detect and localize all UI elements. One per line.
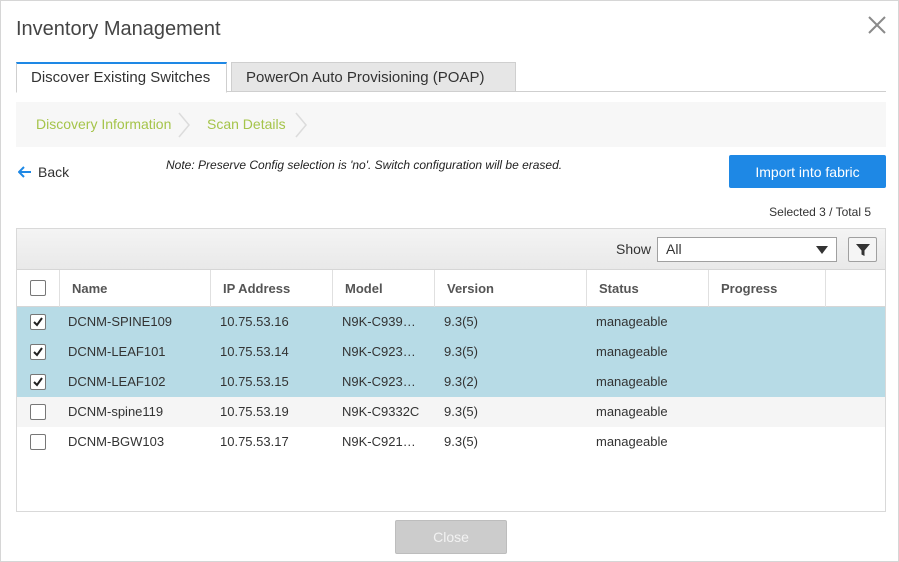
cell-ip-address: 10.75.53.15 <box>220 374 289 389</box>
inventory-management-dialog: Inventory Management Discover Existing S… <box>0 0 899 562</box>
chevron-right-icon <box>178 112 190 138</box>
table-toolbar: Show All <box>17 229 885 270</box>
cell-model: N9K-C921… <box>342 434 416 449</box>
cell-progress <box>718 367 828 397</box>
cell-progress <box>718 397 828 427</box>
select-all-cell <box>17 270 60 307</box>
show-select-value: All <box>666 241 682 257</box>
back-label: Back <box>38 164 70 180</box>
cell-progress <box>718 337 828 367</box>
table-row[interactable]: DCNM-BGW103 10.75.53.17 N9K-C921… 9.3(5) man… <box>17 427 885 457</box>
cell-ip-address: 10.75.53.16 <box>220 314 289 329</box>
table-row[interactable]: DCNM-LEAF101 10.75.53.14 N9K-C923… 9.3(5) ma… <box>17 337 885 367</box>
step-scan-details[interactable]: Scan Details <box>207 102 286 147</box>
cell-status: manageable <box>596 374 668 389</box>
checkmark-icon <box>33 317 43 327</box>
cell-version: 9.3(5) <box>444 404 478 419</box>
tab-bar: Discover Existing Switches PowerOn Auto … <box>16 62 886 93</box>
column-header-ip-address[interactable]: IP Address <box>211 270 333 307</box>
column-header-model[interactable]: Model <box>333 270 435 307</box>
column-header-status[interactable]: Status <box>587 270 709 307</box>
table-row[interactable]: DCNM-LEAF102 10.75.53.15 N9K-C923… 9.3(2) ma… <box>17 367 885 397</box>
column-header-progress[interactable]: Progress <box>709 270 826 307</box>
cell-ip-address: 10.75.53.17 <box>220 434 289 449</box>
cell-status: manageable <box>596 434 668 449</box>
chevron-right-icon <box>295 112 307 138</box>
checkmark-icon <box>33 347 43 357</box>
cell-name: DCNM-spine119 <box>68 404 164 419</box>
tab-discover-existing-switches[interactable]: Discover Existing Switches <box>16 62 227 93</box>
cell-model: N9K-C939… <box>342 314 416 329</box>
cell-model: N9K-C9332C <box>342 404 420 419</box>
chevron-down-icon <box>816 246 828 254</box>
column-header-version[interactable]: Version <box>435 270 587 307</box>
cell-version: 9.3(5) <box>444 344 478 359</box>
row-checkbox[interactable] <box>30 374 46 390</box>
cell-status: manageable <box>596 344 668 359</box>
wizard-steps: Discovery Information Scan Details <box>16 102 886 147</box>
switch-table: Show All Name IP Address Model Version S… <box>16 228 886 512</box>
row-checkbox[interactable] <box>30 404 46 420</box>
cell-ip-address: 10.75.53.14 <box>220 344 289 359</box>
table-row[interactable]: DCNM-SPINE109 10.75.53.16 N9K-C939… 9.3(5) m… <box>17 307 885 337</box>
arrow-left-icon <box>18 166 31 178</box>
cell-name: DCNM-LEAF102 <box>68 374 166 389</box>
back-button[interactable]: Back <box>18 162 69 182</box>
selection-summary: Selected 3 / Total 5 <box>769 205 871 219</box>
cell-progress <box>718 307 828 337</box>
cell-model: N9K-C923… <box>342 374 416 389</box>
import-into-fabric-button[interactable]: Import into fabric <box>729 155 886 188</box>
cell-name: DCNM-BGW103 <box>68 434 165 449</box>
row-checkbox[interactable] <box>30 314 46 330</box>
cell-status: manageable <box>596 404 668 419</box>
filter-icon <box>855 243 870 256</box>
close-icon[interactable] <box>865 13 889 37</box>
filter-button[interactable] <box>848 237 877 262</box>
dialog-title: Inventory Management <box>16 18 221 40</box>
column-header-name[interactable]: Name <box>60 270 211 307</box>
cell-ip-address: 10.75.53.19 <box>220 404 289 419</box>
cell-version: 9.3(5) <box>444 314 478 329</box>
show-filter-select[interactable]: All <box>657 237 837 262</box>
checkmark-icon <box>33 377 43 387</box>
select-all-checkbox[interactable] <box>30 280 46 296</box>
table-header: Name IP Address Model Version Status Pro… <box>17 270 885 307</box>
tab-poweron-auto-provisioning[interactable]: PowerOn Auto Provisioning (POAP) <box>231 62 516 92</box>
close-button[interactable]: Close <box>395 520 507 554</box>
preserve-config-note: Note: Preserve Config selection is 'no'.… <box>166 158 563 172</box>
row-checkbox[interactable] <box>30 344 46 360</box>
table-row[interactable]: DCNM-spine119 10.75.53.19 N9K-C9332C 9.3(5)… <box>17 397 885 427</box>
row-checkbox[interactable] <box>30 434 46 450</box>
step-discovery-information[interactable]: Discovery Information <box>36 102 171 147</box>
cell-status: manageable <box>596 314 668 329</box>
cell-version: 9.3(2) <box>444 374 478 389</box>
cell-version: 9.3(5) <box>444 434 478 449</box>
show-label: Show <box>616 241 652 257</box>
cell-name: DCNM-LEAF101 <box>68 344 166 359</box>
cell-name: DCNM-SPINE109 <box>68 314 173 329</box>
cell-model: N9K-C923… <box>342 344 416 359</box>
cell-progress <box>718 427 828 457</box>
